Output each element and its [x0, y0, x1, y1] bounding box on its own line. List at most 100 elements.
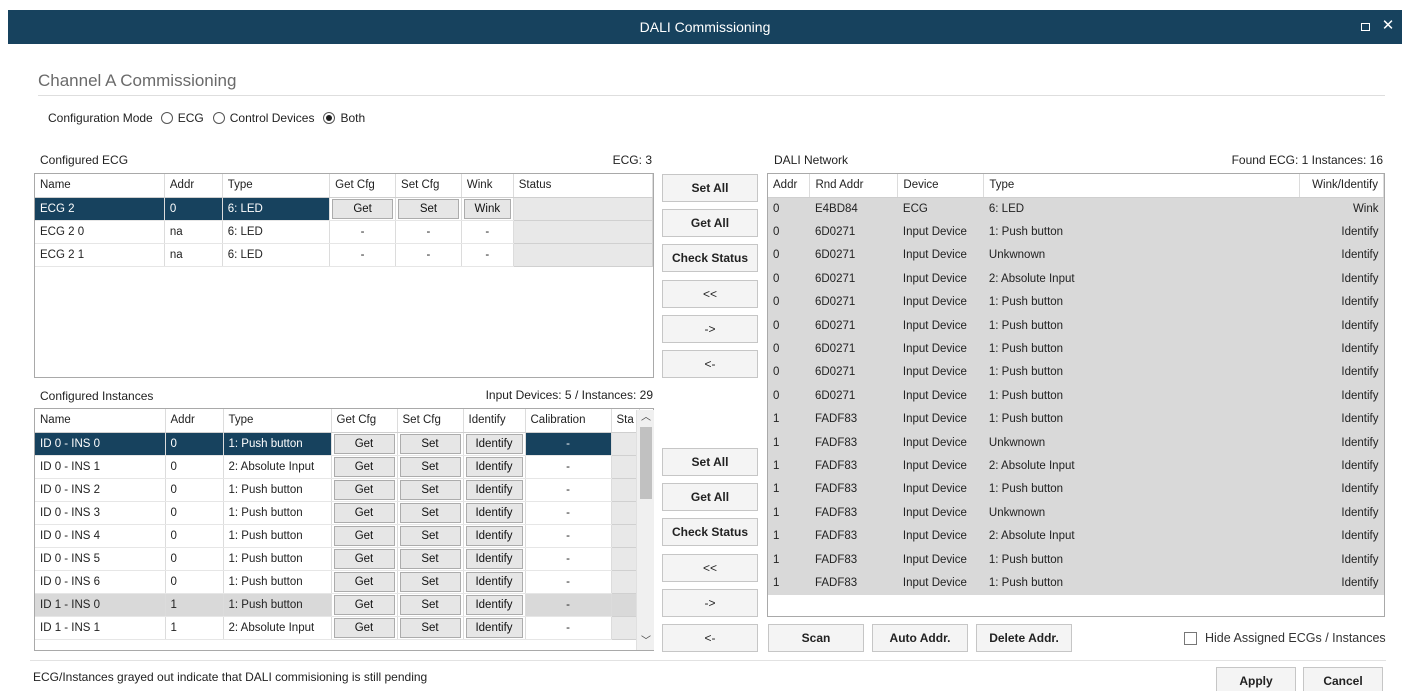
table-row[interactable]: 0 E4BD84 ECG 6: LED Wink	[768, 197, 1384, 221]
get-button[interactable]: Get	[333, 525, 395, 546]
column-header[interactable]: Wink	[461, 174, 514, 198]
get-button[interactable]: Get	[333, 502, 395, 523]
wink-identify-link[interactable]: Identify	[1299, 524, 1384, 548]
table-row[interactable]: ID 0 - INS 3 0 1: Push button Get Set Identif…	[35, 500, 640, 525]
column-header[interactable]: Type	[223, 409, 332, 433]
column-header[interactable]: Name	[35, 409, 166, 433]
table-row[interactable]: 0 6D0271 Input Device Unkwnown Identify	[768, 243, 1384, 268]
get-button[interactable]: Get	[333, 594, 395, 615]
wink-identify-link[interactable]: Identify	[1299, 571, 1384, 595]
wink-identify-link[interactable]: Identify	[1299, 360, 1384, 385]
column-header[interactable]: Name	[35, 174, 165, 198]
wink-identify-link[interactable]: Identify	[1299, 407, 1384, 431]
get-button[interactable]: Get	[333, 617, 395, 638]
identify-button[interactable]: Identify	[465, 594, 523, 615]
column-header[interactable]: Wink/Identify	[1299, 174, 1384, 198]
column-header[interactable]: Set Cfg	[397, 409, 464, 433]
get-button[interactable]: Get	[333, 479, 395, 500]
wink-identify-link[interactable]: Identify	[1299, 337, 1384, 361]
ecg-assign-button[interactable]: ->	[662, 315, 758, 343]
identify-button[interactable]: Identify	[465, 617, 523, 638]
table-row[interactable]: 0 6D0271 Input Device 1: Push button Identif…	[768, 337, 1384, 361]
column-header[interactable]: Addr	[164, 174, 223, 198]
table-row[interactable]: ECG 2 0 na 6: LED - - -	[35, 219, 653, 244]
column-header[interactable]: Status	[513, 174, 653, 198]
table-row[interactable]: 0 6D0271 Input Device 1: Push button Identif…	[768, 313, 1384, 338]
column-header[interactable]: Addr	[165, 409, 224, 433]
instances-unassign-button[interactable]: <-	[662, 624, 758, 652]
instances-assign-button[interactable]: ->	[662, 589, 758, 617]
wink-identify-link[interactable]: Identify	[1299, 454, 1384, 478]
set-button[interactable]: Set	[399, 548, 461, 569]
identify-button[interactable]: Identify	[465, 502, 523, 523]
get-button[interactable]: Get	[333, 548, 395, 569]
column-header[interactable]: Identify	[463, 409, 526, 433]
instances-scrollbar[interactable]: ︿ ﹀	[636, 410, 654, 650]
instances-remove-all-button[interactable]: <<	[662, 554, 758, 582]
table-row[interactable]: ID 1 - INS 0 1 1: Push button Get Set Identif…	[35, 592, 640, 617]
column-header[interactable]: Get Cfg	[329, 174, 397, 198]
table-row[interactable]: ID 1 - INS 1 1 2: Absolute Input Get Set Iden…	[35, 615, 640, 640]
scroll-thumb[interactable]	[640, 427, 652, 499]
table-row[interactable]: 1 FADF83 Input Device 1: Push button Identif…	[768, 571, 1384, 595]
table-row[interactable]: 0 6D0271 Input Device 1: Push button Identif…	[768, 360, 1384, 385]
radio-control-devices[interactable]: Control Devices	[212, 111, 314, 125]
wink-identify-link[interactable]: Identify	[1299, 267, 1384, 291]
table-row[interactable]: ID 0 - INS 5 0 1: Push button Get Set Identif…	[35, 546, 640, 571]
set-button[interactable]: Set	[399, 571, 461, 592]
identify-button[interactable]: Identify	[465, 548, 523, 569]
table-row[interactable]: 1 FADF83 Input Device 2: Absolute Input Iden…	[768, 524, 1384, 548]
table-row[interactable]: 1 FADF83 Input Device 1: Push button Identif…	[768, 547, 1384, 572]
wink-identify-link[interactable]: Identify	[1299, 430, 1384, 455]
set-button[interactable]: Set	[399, 433, 461, 454]
table-row[interactable]: ID 0 - INS 4 0 1: Push button Get Set Identif…	[35, 523, 640, 548]
table-row[interactable]: 1 FADF83 Input Device Unkwnown Identify	[768, 430, 1384, 455]
table-row[interactable]: ECG 2 1 na 6: LED - - -	[35, 242, 653, 267]
wink-identify-link[interactable]: Identify	[1299, 220, 1384, 244]
scroll-up-icon[interactable]: ︿	[637, 410, 655, 426]
column-header[interactable]: Device	[897, 174, 985, 198]
wink-identify-link[interactable]: Identify	[1299, 477, 1384, 502]
wink-identify-link[interactable]: Identify	[1299, 243, 1384, 268]
column-header[interactable]: Rnd Addr	[809, 174, 899, 198]
identify-button[interactable]: Identify	[465, 525, 523, 546]
identify-button[interactable]: Identify	[465, 571, 523, 592]
set-button[interactable]: Set	[399, 617, 461, 638]
table-row[interactable]: ID 0 - INS 1 0 2: Absolute Input Get Set Iden…	[35, 454, 640, 479]
ecg-check-status-button[interactable]: Check Status	[662, 244, 758, 272]
ecg-unassign-button[interactable]: <-	[662, 350, 758, 378]
ecg-remove-all-button[interactable]: <<	[662, 280, 758, 308]
close-button[interactable]: ✕	[1380, 18, 1396, 34]
cancel-button[interactable]: Cancel	[1303, 667, 1383, 691]
identify-button[interactable]: Identify	[465, 433, 523, 454]
table-row[interactable]: 0 6D0271 Input Device 1: Push button Identif…	[768, 290, 1384, 314]
column-header[interactable]: Addr	[768, 174, 811, 198]
scroll-down-icon[interactable]: ﹀	[637, 634, 655, 650]
identify-button[interactable]: Identify	[465, 479, 523, 500]
scan-button[interactable]: Scan	[768, 624, 864, 652]
maximize-button[interactable]	[1357, 18, 1373, 34]
get-button[interactable]: Get	[332, 198, 394, 219]
get-button[interactable]: Get	[333, 571, 395, 592]
get-button[interactable]: Get	[333, 456, 395, 477]
hide-assigned-checkbox[interactable]: Hide Assigned ECGs / Instances	[1184, 631, 1386, 645]
table-row[interactable]: 1 FADF83 Input Device Unkwnown Identify	[768, 501, 1384, 525]
column-header[interactable]: Calibration	[525, 409, 612, 433]
instances-set-all-button[interactable]: Set All	[662, 448, 758, 476]
set-button[interactable]: Set	[399, 594, 461, 615]
get-button[interactable]: Get	[333, 433, 395, 454]
table-row[interactable]: ECG 2 0 6: LED Get Set Wink	[35, 196, 653, 221]
delete-addr-button[interactable]: Delete Addr.	[976, 624, 1072, 652]
table-row[interactable]: 0 6D0271 Input Device 2: Absolute Input Iden…	[768, 267, 1384, 291]
set-button[interactable]: Set	[398, 198, 459, 219]
column-header[interactable]: Type	[222, 174, 331, 198]
set-button[interactable]: Set	[399, 456, 461, 477]
table-row[interactable]: ID 0 - INS 6 0 1: Push button Get Set Identif…	[35, 569, 640, 594]
wink-identify-link[interactable]: Identify	[1299, 384, 1384, 408]
table-row[interactable]: 1 FADF83 Input Device 2: Absolute Input Iden…	[768, 454, 1384, 478]
auto-addr-button[interactable]: Auto Addr.	[872, 624, 968, 652]
set-button[interactable]: Set	[399, 479, 461, 500]
wink-identify-link[interactable]: Identify	[1299, 290, 1384, 314]
ecg-set-all-button[interactable]: Set All	[662, 174, 758, 202]
table-row[interactable]: 0 6D0271 Input Device 1: Push button Identif…	[768, 384, 1384, 408]
